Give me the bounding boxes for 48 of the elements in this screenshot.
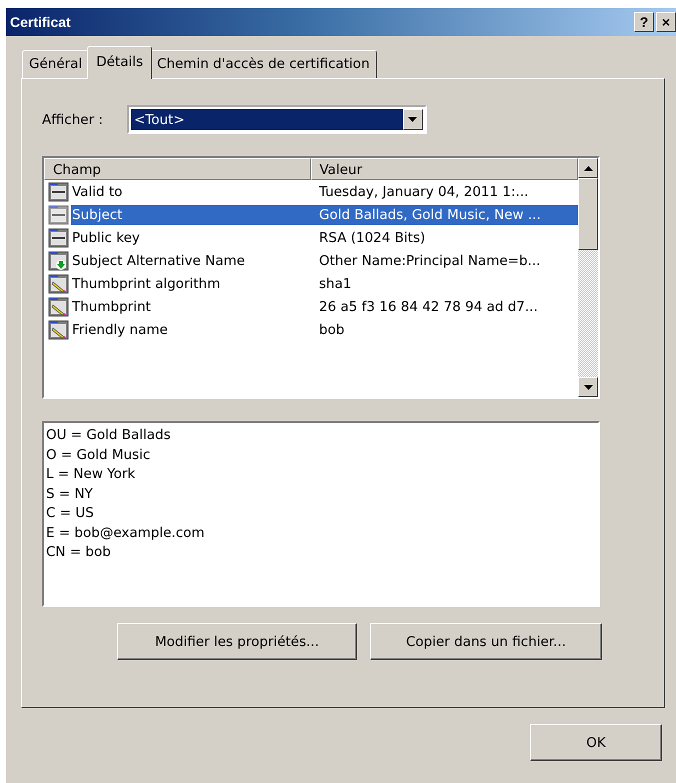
close-button[interactable]: × bbox=[656, 12, 676, 32]
copy-to-file-button[interactable]: Copier dans un fichier... bbox=[370, 623, 602, 660]
up-arrow-icon bbox=[584, 166, 592, 171]
field-value[interactable]: sha1 bbox=[311, 274, 578, 294]
edit-properties-button[interactable]: Modifier les propriétés... bbox=[117, 623, 357, 660]
certificate-download-icon bbox=[48, 251, 69, 272]
field-value[interactable]: Gold Ballads, Gold Music, New ... bbox=[311, 205, 578, 226]
field-value[interactable]: Tuesday, January 04, 2011 1:... bbox=[311, 182, 578, 202]
certificate-field-icon bbox=[48, 205, 69, 226]
field-value[interactable]: Other Name:Principal Name=b... bbox=[311, 251, 578, 272]
detail-line: CN = bob bbox=[46, 543, 112, 562]
dropdown-arrow-icon bbox=[408, 117, 418, 122]
down-arrow-icon bbox=[584, 384, 592, 390]
column-header[interactable]: Champ bbox=[44, 158, 310, 180]
certificate-pencil-icon bbox=[48, 297, 69, 318]
tab[interactable]: Général bbox=[22, 50, 90, 78]
detail-line: S = NY bbox=[46, 484, 94, 504]
scroll-up-button[interactable] bbox=[578, 158, 598, 178]
column-header[interactable]: Valeur bbox=[310, 158, 578, 180]
window-title: Certificat bbox=[10, 12, 72, 32]
field-name[interactable]: Subject Alternative Name bbox=[71, 251, 311, 272]
field-value[interactable]: 26 a5 f3 16 84 42 78 94 ad d7... bbox=[311, 297, 578, 318]
field-value[interactable]: RSA (1024 Bits) bbox=[311, 228, 578, 248]
scroll-down-button[interactable] bbox=[578, 377, 598, 398]
ok-button[interactable]: OK bbox=[530, 724, 662, 762]
field-name[interactable]: Subject bbox=[71, 205, 311, 226]
field-name[interactable]: Friendly name bbox=[71, 320, 311, 340]
tab[interactable]: Chemin d'accès de certification bbox=[150, 50, 377, 78]
field-name[interactable]: Public key bbox=[71, 228, 311, 248]
detail-line: L = New York bbox=[46, 465, 136, 484]
tab[interactable]: Détails bbox=[87, 46, 152, 80]
detail-line: OU = Gold Ballads bbox=[46, 426, 172, 446]
show-dropdown[interactable]: <Tout> bbox=[126, 105, 427, 134]
detail-line: C = US bbox=[46, 504, 95, 524]
field-name[interactable]: Valid to bbox=[71, 182, 311, 202]
show-label: Afficher : bbox=[42, 110, 103, 130]
field-value[interactable]: bob bbox=[311, 320, 578, 340]
certificate-pencil-icon bbox=[48, 320, 69, 340]
detail-line: O = Gold Music bbox=[46, 446, 152, 465]
detail-line: E = bob@example.com bbox=[46, 524, 206, 543]
field-name[interactable]: Thumbprint bbox=[71, 297, 311, 318]
certificate-pencil-icon bbox=[48, 274, 69, 294]
certificate-field-icon bbox=[48, 182, 69, 202]
help-button[interactable]: ? bbox=[634, 12, 654, 32]
field-name[interactable]: Thumbprint algorithm bbox=[71, 274, 311, 294]
detail-textbox[interactable]: OU = Gold Ballads O = Gold Music L = New York S = NY C = US E = bob@example.com CN = bob bbox=[42, 421, 600, 608]
scrollbar-thumb[interactable] bbox=[578, 178, 598, 250]
certificate-field-icon bbox=[48, 228, 69, 248]
